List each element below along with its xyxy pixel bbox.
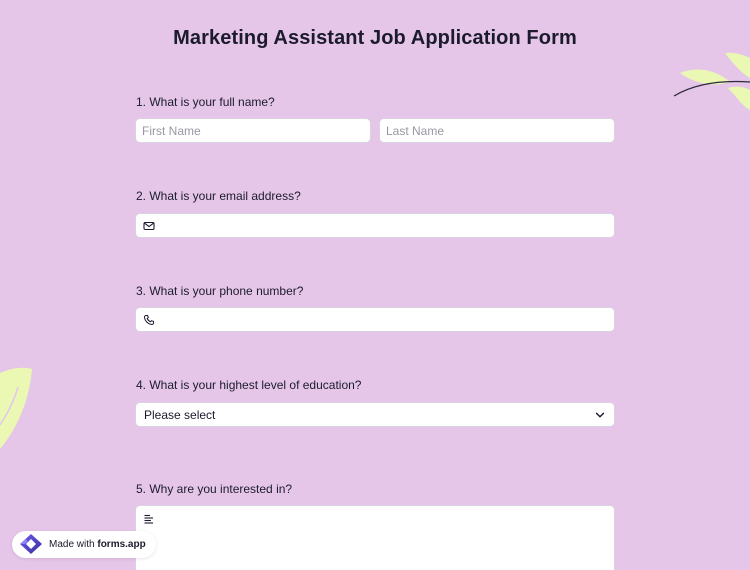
first-name-placeholder: First Name: [142, 124, 201, 138]
envelope-icon: [143, 221, 155, 231]
forms-app-logo-icon: [20, 534, 42, 554]
form-page: Marketing Assistant Job Application Form…: [0, 0, 750, 570]
leaf-decoration-icon: [0, 367, 32, 449]
first-name-input[interactable]: First Name: [135, 118, 371, 143]
text-lines-icon: [144, 514, 153, 524]
education-select[interactable]: Please select: [135, 402, 615, 427]
email-input[interactable]: [135, 213, 615, 238]
chevron-down-icon[interactable]: [595, 410, 605, 420]
leaf-decoration-icon: [673, 52, 750, 110]
badge-brand: forms.app: [97, 539, 146, 550]
made-with-forms-app-badge[interactable]: Made with forms.app: [12, 531, 156, 558]
question-education-label: 4. What is your highest level of educati…: [136, 378, 362, 392]
phone-input[interactable]: [135, 307, 615, 332]
question-interest-label: 5. Why are you interested in?: [136, 482, 293, 496]
badge-text: Made with forms.app: [49, 539, 146, 550]
last-name-placeholder: Last Name: [386, 124, 445, 138]
question-full-name-label: 1. What is your full name?: [136, 95, 275, 109]
interest-textarea[interactable]: [135, 505, 615, 570]
page-title: Marketing Assistant Job Application Form: [173, 27, 577, 49]
last-name-input[interactable]: Last Name: [379, 118, 615, 143]
question-email-label: 2. What is your email address?: [136, 189, 301, 203]
question-phone-label: 3. What is your phone number?: [136, 284, 304, 298]
phone-icon: [143, 315, 154, 326]
education-select-value: Please select: [144, 408, 216, 422]
badge-prefix: Made with: [49, 539, 98, 550]
